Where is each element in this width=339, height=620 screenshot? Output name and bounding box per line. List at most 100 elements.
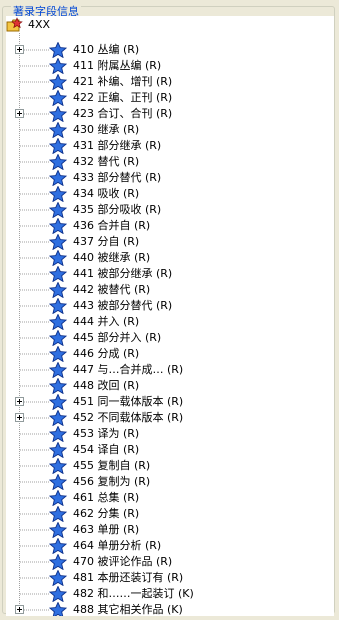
tree-item-label: 488 其它相关作品 (K) (73, 603, 183, 616)
star-icon (49, 538, 67, 554)
tree-item[interactable]: 462 分集 (R) (6, 506, 334, 522)
tree-item[interactable]: 470 被评论作品 (R) (6, 554, 334, 570)
tree-item-label: 446 分成 (R) (73, 347, 140, 360)
star-icon (49, 522, 67, 538)
tree-item[interactable]: 440 被继承 (R) (6, 250, 334, 266)
tree-item[interactable]: 436 合并自 (R) (6, 218, 334, 234)
tree-item[interactable]: 441 被部分继承 (R) (6, 266, 334, 282)
star-icon (49, 314, 67, 330)
tree-item-label: 436 合并自 (R) (73, 219, 151, 232)
star-icon (49, 74, 67, 90)
tree-item-label: 481 本册还装订有 (R) (73, 571, 184, 584)
tree-item[interactable]: 432 替代 (R) (6, 154, 334, 170)
tree-item[interactable]: 451 同一载体版本 (R) (6, 394, 334, 410)
star-icon (49, 154, 67, 170)
tree-item-label: 432 替代 (R) (73, 155, 140, 168)
tree-item[interactable]: 488 其它相关作品 (K) (6, 602, 334, 616)
tree-item[interactable]: 461 总集 (R) (6, 490, 334, 506)
star-icon (49, 282, 67, 298)
star-icon (49, 234, 67, 250)
tree-root-label: 4XX (28, 18, 51, 31)
star-icon (49, 330, 67, 346)
tree-item[interactable]: 463 单册 (R) (6, 522, 334, 538)
star-icon (49, 458, 67, 474)
tree-item[interactable]: 442 被替代 (R) (6, 282, 334, 298)
star-icon (49, 410, 67, 426)
tree-item-label: 433 部分替代 (R) (73, 171, 162, 184)
tree-item-label: 461 总集 (R) (73, 491, 140, 504)
star-icon (49, 394, 67, 410)
tree-item-label: 447 与…合并成… (R) (73, 363, 184, 376)
tree-item[interactable]: 456 复制为 (R) (6, 474, 334, 490)
tree-item[interactable]: 444 并入 (R) (6, 314, 334, 330)
tree-item-label: 441 被部分继承 (R) (73, 267, 173, 280)
tree-item[interactable]: 447 与…合并成… (R) (6, 362, 334, 378)
tree-item-label: 453 译为 (R) (73, 427, 140, 440)
tree-item[interactable]: 482 和……一起装订 (K) (6, 586, 334, 602)
tree-item[interactable]: 464 单册分析 (R) (6, 538, 334, 554)
tree-item-label: 410 丛编 (R) (73, 43, 140, 56)
star-icon (49, 442, 67, 458)
star-icon (49, 474, 67, 490)
tree-item-label: 442 被替代 (R) (73, 283, 151, 296)
tree-item-label: 422 正编、正刊 (R) (73, 91, 173, 104)
star-icon (49, 90, 67, 106)
tree-item[interactable]: 430 继承 (R) (6, 122, 334, 138)
plus-expander-icon[interactable] (15, 397, 24, 406)
tree-item-label: 421 补编、增刊 (R) (73, 75, 173, 88)
tree-item[interactable]: 437 分自 (R) (6, 234, 334, 250)
star-icon (49, 602, 67, 616)
tree-item-label: 454 译自 (R) (73, 443, 140, 456)
tree-item[interactable]: 423 合订、合刊 (R) (6, 106, 334, 122)
star-icon (49, 218, 67, 234)
plus-expander-icon[interactable] (15, 109, 24, 118)
tree-item[interactable]: 454 译自 (R) (6, 442, 334, 458)
tree-item[interactable]: 435 部分吸收 (R) (6, 202, 334, 218)
tree-item-label: 443 被部分替代 (R) (73, 299, 173, 312)
star-icon (49, 506, 67, 522)
plus-expander-icon[interactable] (15, 605, 24, 614)
tree-item[interactable]: 453 译为 (R) (6, 426, 334, 442)
star-icon (49, 58, 67, 74)
tree-item[interactable]: 433 部分替代 (R) (6, 170, 334, 186)
folder-star-icon (6, 17, 23, 32)
tree-item-label: 470 被评论作品 (R) (73, 555, 173, 568)
tree-item[interactable]: 434 吸收 (R) (6, 186, 334, 202)
tree-item[interactable]: 443 被部分替代 (R) (6, 298, 334, 314)
tree-item-label: 448 改回 (R) (73, 379, 140, 392)
tree-root-node[interactable]: 4XX (6, 17, 50, 33)
tree-item-label: 434 吸收 (R) (73, 187, 140, 200)
tree-item[interactable]: 452 不同载体版本 (R) (6, 410, 334, 426)
star-icon (49, 346, 67, 362)
star-icon (49, 570, 67, 586)
star-icon (49, 106, 67, 122)
star-icon (49, 362, 67, 378)
star-icon (49, 42, 67, 58)
tree-item[interactable]: 481 本册还装订有 (R) (6, 570, 334, 586)
plus-expander-icon[interactable] (15, 413, 24, 422)
star-icon (49, 266, 67, 282)
tree-item[interactable]: 411 附属丛编 (R) (6, 58, 334, 74)
tree-item-label: 437 分自 (R) (73, 235, 140, 248)
tree-item[interactable]: 445 部分并入 (R) (6, 330, 334, 346)
plus-expander-icon[interactable] (15, 45, 24, 54)
star-icon (49, 250, 67, 266)
field-tree[interactable]: 4XX 410 丛编 (R) 411 附属丛编 (R) 421 补编、增刊 (R) 4… (6, 16, 334, 616)
tree-item-label: 431 部分继承 (R) (73, 139, 162, 152)
tree-item[interactable]: 422 正编、正刊 (R) (6, 90, 334, 106)
star-icon (49, 554, 67, 570)
star-icon (49, 298, 67, 314)
tree-item-label: 463 单册 (R) (73, 523, 140, 536)
tree-item-label: 435 部分吸收 (R) (73, 203, 162, 216)
star-icon (49, 170, 67, 186)
tree-item[interactable]: 455 复制自 (R) (6, 458, 334, 474)
tree-item[interactable]: 446 分成 (R) (6, 346, 334, 362)
tree-item[interactable]: 448 改回 (R) (6, 378, 334, 394)
tree-item[interactable]: 421 补编、增刊 (R) (6, 74, 334, 90)
tree-item[interactable]: 410 丛编 (R) (6, 42, 334, 58)
star-icon (49, 202, 67, 218)
star-icon (49, 426, 67, 442)
star-icon (49, 378, 67, 394)
tree-item-label: 444 并入 (R) (73, 315, 140, 328)
tree-item[interactable]: 431 部分继承 (R) (6, 138, 334, 154)
